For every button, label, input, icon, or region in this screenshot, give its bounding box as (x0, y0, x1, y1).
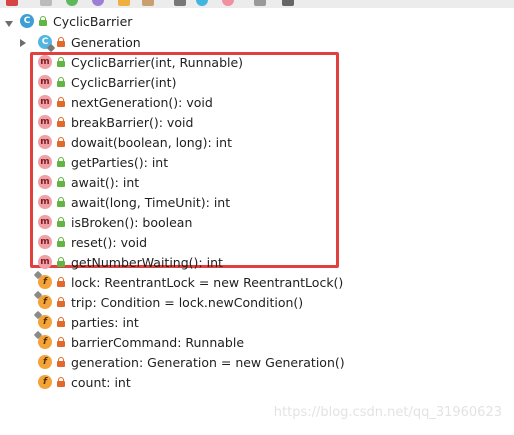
tree-node-label: reset(): void (71, 234, 148, 250)
toolbar-button-icon[interactable] (6, 0, 18, 6)
private-lock-icon (57, 376, 65, 387)
toolbar-strip (0, 0, 514, 8)
private-lock-icon (57, 136, 65, 147)
tree-node-label: isBroken(): boolean (71, 214, 193, 230)
watermark: https://blog.csdn.net/qq_31960623 (273, 405, 502, 420)
tree-node-field[interactable]: f count: int (38, 372, 131, 392)
public-lock-icon (57, 176, 65, 187)
inner-class-icon: C (38, 35, 56, 53)
tree-node-method[interactable]: m getNumberWaiting(): int (38, 252, 223, 272)
tree-node-label: CyclicBarrier (53, 13, 133, 29)
toolbar-button-icon[interactable] (174, 0, 186, 6)
tree-node-method[interactable]: m reset(): void (38, 232, 147, 252)
tree-node-label: CyclicBarrier(int) (71, 74, 177, 90)
method-icon: m (38, 235, 52, 249)
method-icon: m (38, 195, 52, 209)
private-lock-icon (57, 296, 65, 307)
tree-node-label: dowait(boolean, long): int (71, 134, 232, 150)
tree-node-method[interactable]: m getParties(): int (38, 152, 168, 172)
field-icon: f (33, 290, 52, 309)
tree-node-root-class[interactable]: C CyclicBarrier (20, 11, 132, 31)
final-pin-icon (33, 270, 43, 280)
tree-node-method[interactable]: m await(): int (38, 172, 139, 192)
public-lock-icon (57, 76, 65, 87)
toolbar-button-icon[interactable] (254, 0, 266, 6)
tree-node-label: getNumberWaiting(): int (71, 254, 223, 270)
method-icon: m (38, 215, 52, 229)
tree-node-field[interactable]: f trip: Condition = lock.newCondition() (33, 290, 304, 312)
method-icon: m (38, 135, 52, 149)
tree-node-field[interactable]: f parties: int (33, 310, 139, 332)
final-pin-icon (33, 290, 43, 300)
tree-node-field[interactable]: f lock: ReentrantLock = new ReentrantLock… (33, 270, 344, 292)
tree-node-label: generation: Generation = new Generation(… (71, 354, 345, 370)
toolbar-button-icon[interactable] (282, 0, 294, 6)
tree-node-label: trip: Condition = lock.newCondition() (71, 294, 304, 310)
method-icon: m (38, 255, 52, 269)
tree-node-label: getParties(): int (71, 154, 169, 170)
public-lock-icon (57, 216, 65, 227)
public-lock-icon (57, 256, 65, 267)
private-lock-icon (57, 276, 65, 287)
public-lock-icon (39, 15, 47, 26)
tree-node-method[interactable]: m CyclicBarrier(int, Runnable) (38, 52, 243, 72)
toolbar-button-icon[interactable] (66, 0, 78, 6)
tree-node-method[interactable]: m breakBarrier(): void (38, 112, 193, 132)
class-icon: C (20, 14, 34, 28)
collapse-arrow-icon[interactable] (20, 39, 26, 47)
toolbar-button-icon[interactable] (92, 0, 104, 6)
method-icon: m (38, 55, 52, 69)
toolbar-button-icon[interactable] (196, 0, 208, 6)
method-icon: m (38, 75, 52, 89)
method-icon: m (38, 95, 52, 109)
tree-node-field[interactable]: f barrierCommand: Runnable (33, 330, 245, 352)
final-pin-icon (33, 310, 43, 320)
private-lock-icon (57, 356, 65, 367)
tree-node-method[interactable]: m nextGeneration(): void (38, 92, 213, 112)
tree-node-label: nextGeneration(): void (71, 94, 213, 110)
tree-node-method[interactable]: m await(long, TimeUnit): int (38, 192, 230, 212)
tree-node-label: barrierCommand: Runnable (71, 334, 245, 350)
method-icon: m (38, 155, 52, 169)
field-icon: f (33, 270, 52, 289)
toolbar-button-icon[interactable] (40, 0, 52, 6)
tree-node-label: await(): int (71, 174, 140, 190)
private-lock-icon (57, 116, 65, 127)
tree-node-label: CyclicBarrier(int, Runnable) (71, 54, 244, 70)
expand-arrow-icon[interactable] (5, 21, 13, 27)
tree-node-inner-class[interactable]: C Generation (38, 32, 141, 53)
private-lock-icon (57, 316, 65, 327)
tree-node-label: lock: ReentrantLock = new ReentrantLock(… (71, 274, 344, 290)
tree-node-label: await(long, TimeUnit): int (71, 194, 231, 210)
field-icon: f (33, 330, 52, 349)
public-lock-icon (57, 56, 65, 67)
public-lock-icon (57, 236, 65, 247)
toolbar-button-icon[interactable] (142, 0, 154, 6)
tree-node-label: Generation (71, 34, 141, 50)
private-lock-icon (57, 36, 65, 47)
tree-node-method[interactable]: m isBroken(): boolean (38, 212, 192, 232)
method-icon: m (38, 175, 52, 189)
toolbar-button-icon[interactable] (222, 0, 234, 6)
tree-node-method[interactable]: m CyclicBarrier(int) (38, 72, 176, 92)
tree-node-label: parties: int (71, 314, 139, 330)
field-icon: f (33, 310, 52, 329)
tree-node-label: count: int (71, 374, 131, 390)
tree-node-field[interactable]: f generation: Generation = new Generation… (38, 352, 345, 372)
private-lock-icon (57, 336, 65, 347)
public-lock-icon (57, 156, 65, 167)
field-icon: f (38, 355, 52, 369)
tree-node-method[interactable]: m dowait(boolean, long): int (38, 132, 232, 152)
method-icon: m (38, 115, 52, 129)
toolbar-button-icon[interactable] (118, 0, 130, 6)
private-lock-icon (57, 96, 65, 107)
tree-node-label: breakBarrier(): void (71, 114, 194, 130)
public-lock-icon (57, 196, 65, 207)
field-icon: f (38, 375, 52, 389)
final-pin-icon (33, 330, 43, 340)
